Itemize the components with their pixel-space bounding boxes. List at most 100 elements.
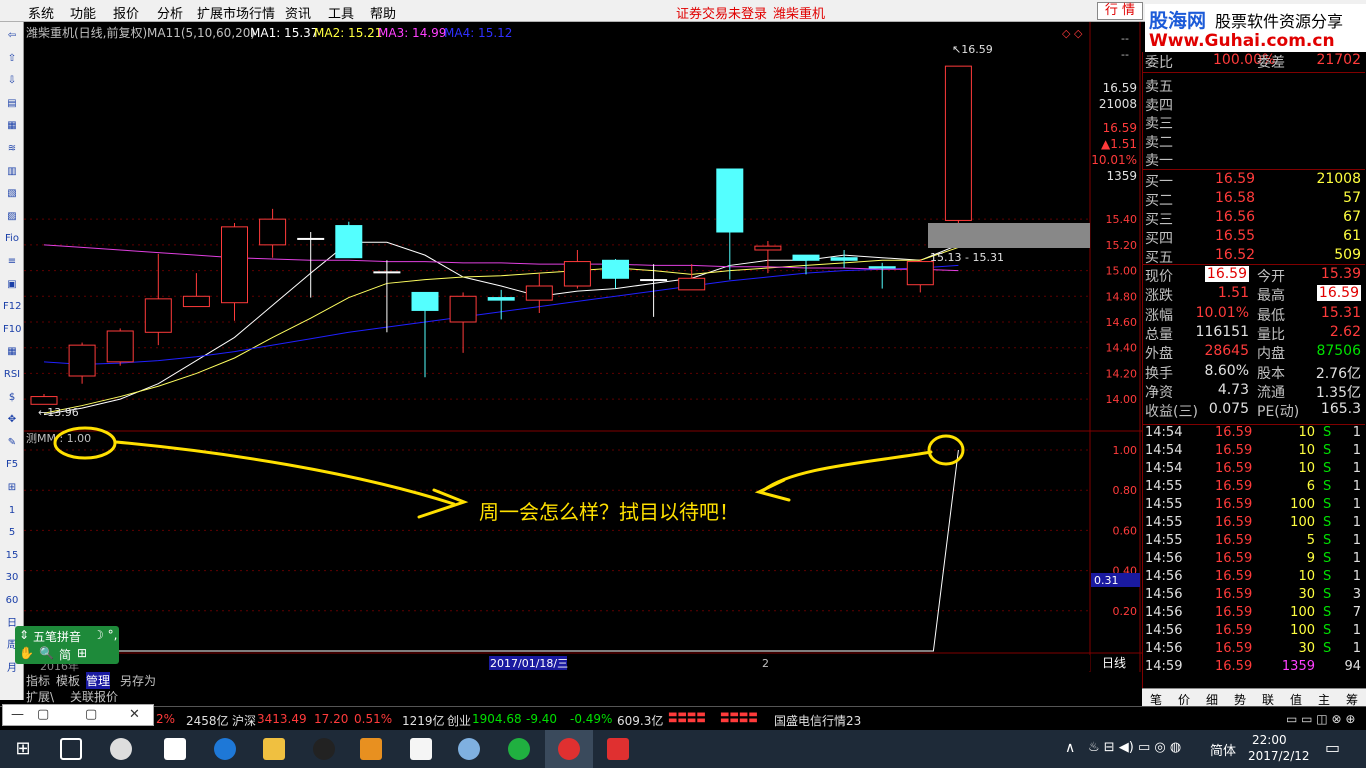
chart-app-icon[interactable] bbox=[607, 738, 629, 760]
lang-indicator[interactable]: 简体 bbox=[1210, 740, 1236, 759]
ime-mode-label[interactable]: 五笔拼音 bbox=[33, 628, 81, 645]
left-tool-15[interactable]: RSI bbox=[3, 367, 21, 383]
left-tool-25[interactable]: 60 bbox=[3, 593, 21, 609]
login-status[interactable]: 证券交易未登录 bbox=[676, 3, 767, 22]
buy-row-4[interactable]: 买四 16.55 61 bbox=[1143, 228, 1365, 247]
tick-row: 14:55 16.59 100 S 1 bbox=[1143, 515, 1365, 533]
menu-tools[interactable]: 工具 bbox=[328, 3, 354, 22]
ime-settings-icon[interactable]: ⊞ bbox=[77, 646, 87, 660]
clock-time[interactable]: 22:00 bbox=[1252, 733, 1287, 747]
left-tool-11[interactable]: ▣ bbox=[3, 277, 21, 293]
menu-analysis[interactable]: 分析 bbox=[157, 3, 183, 22]
menu-news[interactable]: 资讯 bbox=[285, 3, 311, 22]
edge-icon[interactable] bbox=[214, 738, 236, 760]
left-tool-20[interactable]: ⊞ bbox=[3, 480, 21, 496]
tab-related-quote[interactable]: 关联报价 bbox=[70, 688, 118, 705]
ime-moon-icon[interactable]: ☽ °, bbox=[93, 628, 117, 642]
left-tool-3[interactable]: ▤ bbox=[3, 96, 21, 112]
period-label[interactable]: 日线 bbox=[1102, 656, 1126, 670]
quote-value: 16.59 bbox=[1204, 266, 1249, 282]
left-tool-9[interactable]: Fio bbox=[3, 231, 21, 247]
idx2-amount: 1219亿 bbox=[402, 714, 445, 728]
menu-help[interactable]: 帮助 bbox=[370, 3, 396, 22]
quote-label-2: PE(动) bbox=[1257, 404, 1300, 421]
left-tool-12[interactable]: F12 bbox=[3, 299, 21, 315]
stock-app-icon[interactable] bbox=[558, 738, 580, 760]
tick-time: 14:56 bbox=[1145, 605, 1183, 620]
left-tool-21[interactable]: 1 bbox=[3, 503, 21, 519]
left-tool-19[interactable]: F5 bbox=[3, 457, 21, 473]
left-tool-8[interactable]: ▨ bbox=[3, 209, 21, 225]
tab-ext[interactable]: 扩展\ bbox=[26, 688, 54, 705]
maximize-icon[interactable]: ▢ bbox=[85, 707, 97, 722]
left-tool-1[interactable]: ⇧ bbox=[3, 51, 21, 67]
max-price-marker: ↖16.59 bbox=[952, 43, 993, 56]
tab-template[interactable]: 模板 bbox=[56, 672, 80, 689]
status-tray-icons[interactable]: ▭ ▭ ◫ ⊗ ⊕ bbox=[1286, 712, 1355, 726]
sell-label: 卖五 bbox=[1145, 79, 1173, 95]
left-tool-23[interactable]: 15 bbox=[3, 548, 21, 564]
left-tool-10[interactable]: ≡ bbox=[3, 254, 21, 270]
menu-ext-market[interactable]: 扩展市场行情 bbox=[197, 3, 275, 22]
player-icon[interactable] bbox=[360, 738, 382, 760]
left-tool-2[interactable]: ⇩ bbox=[3, 73, 21, 89]
task-view-icon[interactable] bbox=[60, 738, 82, 760]
left-tool-4[interactable]: ▦ bbox=[3, 118, 21, 134]
left-tool-22[interactable]: 5 bbox=[3, 525, 21, 541]
left-tool-13[interactable]: F10 bbox=[3, 322, 21, 338]
qq-icon[interactable] bbox=[313, 738, 335, 760]
ime-toolbar[interactable]: ⇕ 五笔拼音 ☽ °, ✋ 🔍 简 ⊞ bbox=[15, 626, 119, 664]
close-icon[interactable]: ✕ bbox=[129, 707, 140, 722]
left-tool-0[interactable]: ⇦ bbox=[3, 28, 21, 44]
ma3-label: MA3: 14.99 bbox=[378, 26, 446, 40]
logo-tagline: 股票软件资源分享 bbox=[1215, 12, 1344, 31]
folder-icon[interactable] bbox=[263, 738, 285, 760]
quote-value: 1.51 bbox=[1217, 285, 1249, 302]
diamond-icon[interactable]: ◇ ◇ bbox=[1062, 27, 1083, 40]
market-button[interactable]: 行 情 bbox=[1097, 2, 1143, 20]
menu-function[interactable]: 功能 bbox=[70, 3, 96, 22]
restore-icon[interactable]: ▢ bbox=[37, 707, 49, 722]
tick-volume: 10 bbox=[1298, 425, 1315, 440]
paint-icon[interactable] bbox=[458, 738, 480, 760]
tab-indicator[interactable]: 指标 bbox=[26, 672, 50, 689]
quote-value: 28645 bbox=[1204, 343, 1249, 360]
buy-row-3[interactable]: 买三 16.56 67 bbox=[1143, 209, 1365, 228]
fan-app-icon[interactable] bbox=[110, 738, 132, 760]
left-tool-7[interactable]: ▧ bbox=[3, 186, 21, 202]
file-icon[interactable] bbox=[410, 738, 432, 760]
menu-system[interactable]: 系统 bbox=[28, 3, 54, 22]
tray-icons[interactable]: ♨ ⊟ ◀) ▭ ◎ ◍ bbox=[1088, 740, 1181, 755]
left-tool-5[interactable]: ≋ bbox=[3, 141, 21, 157]
clock-date[interactable]: 2017/2/12 bbox=[1248, 749, 1310, 763]
ime-hand-icon[interactable]: ✋ bbox=[19, 646, 34, 660]
indicator-axis-label: 0.20 bbox=[1113, 605, 1138, 618]
menu-quote[interactable]: 报价 bbox=[113, 3, 139, 22]
buy-row-5[interactable]: 买五 16.52 509 bbox=[1143, 247, 1365, 266]
left-tool-14[interactable]: ▦ bbox=[3, 344, 21, 360]
candle-body bbox=[792, 254, 820, 261]
left-tool-18[interactable]: ✎ bbox=[3, 435, 21, 451]
idx3-name[interactable]: 创业 bbox=[447, 712, 471, 729]
left-tool-24[interactable]: 30 bbox=[3, 570, 21, 586]
ime-search-icon[interactable]: 🔍 bbox=[39, 646, 54, 660]
notification-icon[interactable]: ▭ bbox=[1325, 738, 1340, 757]
start-icon[interactable]: ⊞ bbox=[12, 738, 34, 760]
tab-manage[interactable]: 管理 bbox=[86, 672, 111, 689]
minimize-icon[interactable]: — bbox=[11, 707, 24, 722]
chart-area[interactable]: 潍柴重机(日线,前复权) MA11(5,10,60,20) MA1: 15.37… bbox=[24, 22, 1142, 672]
buy-row-2[interactable]: 买二 16.58 57 bbox=[1143, 190, 1365, 209]
store-icon[interactable] bbox=[164, 738, 186, 760]
left-tool-6[interactable]: ▥ bbox=[3, 164, 21, 180]
axis-top-last-vol: 1359 bbox=[1106, 169, 1137, 183]
idx2-name[interactable]: 沪深 bbox=[232, 712, 256, 729]
buy-row-1[interactable]: 买一 16.59 21008 bbox=[1143, 171, 1365, 190]
minimized-window[interactable]: — ▢ ▢ ✕ bbox=[2, 704, 154, 726]
left-tool-17[interactable]: ✥ bbox=[3, 412, 21, 428]
server-name[interactable]: 国盛电信行情23 bbox=[774, 712, 861, 729]
tab-save-as[interactable]: 另存为 bbox=[120, 672, 156, 689]
ime-simplified[interactable]: 简 bbox=[59, 646, 71, 663]
left-tool-16[interactable]: $ bbox=[3, 390, 21, 406]
tray-chevron-icon[interactable]: ∧ bbox=[1065, 740, 1075, 756]
browser-icon[interactable] bbox=[508, 738, 530, 760]
